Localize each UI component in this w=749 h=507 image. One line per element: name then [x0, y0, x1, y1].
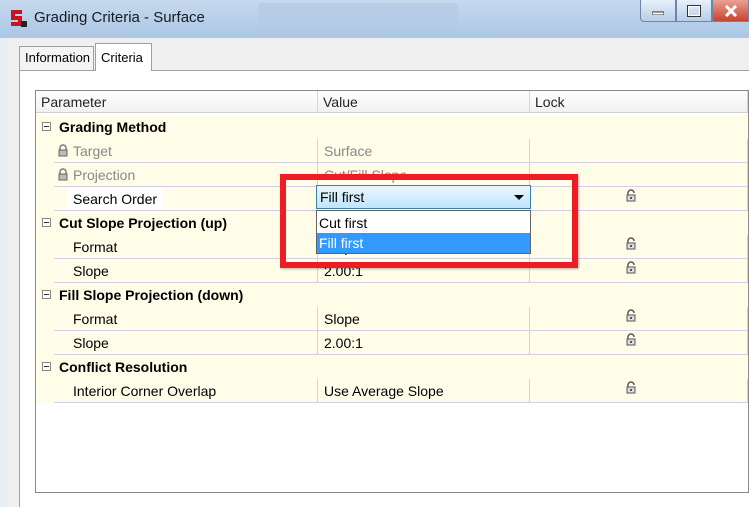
collapse-icon[interactable] — [42, 122, 51, 131]
title-bar-background-blur — [258, 3, 458, 25]
value-cell[interactable]: 2.00:1 — [318, 331, 530, 355]
title-bar[interactable]: Grading Criteria - Surface — [0, 0, 749, 38]
parameter-cell: Projection — [54, 163, 318, 187]
parameter-cell: Target — [54, 139, 318, 163]
value-cell: Surface — [318, 139, 530, 163]
grading-criteria-window: Grading Criteria - Surface Information C… — [0, 0, 749, 507]
lock-icon — [58, 144, 68, 157]
unlock-icon[interactable] — [626, 189, 636, 202]
group-row-grading-method[interactable]: Grading Method — [36, 115, 748, 139]
unlock-icon[interactable] — [626, 333, 636, 346]
column-header-parameter[interactable]: Parameter — [36, 91, 318, 113]
minimize-button[interactable] — [640, 0, 676, 22]
parameter-cell: Format — [54, 307, 318, 331]
tab-criteria[interactable]: Criteria — [95, 43, 152, 71]
criteria-grid: Parameter Value Lock Grading Method Targ… — [35, 90, 749, 493]
collapse-icon[interactable] — [42, 362, 51, 371]
value-cell[interactable]: Use Average Slope — [318, 379, 530, 403]
parameter-cell: Search Order — [54, 187, 318, 211]
unlock-icon[interactable] — [626, 237, 636, 250]
group-label: Grading Method — [59, 119, 167, 135]
maximize-icon — [687, 4, 701, 17]
close-icon — [724, 4, 737, 17]
table-row-target[interactable]: Target Surface — [36, 139, 748, 163]
unlock-icon[interactable] — [626, 309, 636, 322]
parameter-label: Projection — [73, 167, 136, 183]
collapse-icon[interactable] — [42, 218, 51, 227]
tab-information[interactable]: Information — [19, 46, 94, 70]
column-header-lock[interactable]: Lock — [530, 91, 748, 113]
unlock-icon[interactable] — [626, 261, 636, 274]
close-button[interactable] — [712, 0, 749, 22]
parameter-cell: Slope — [54, 331, 318, 355]
lock-cell[interactable] — [530, 379, 748, 403]
parameter-label: Search Order — [67, 188, 164, 210]
lock-cell[interactable] — [530, 331, 748, 355]
table-row-fill-format[interactable]: Format Slope — [36, 307, 748, 331]
group-label: Fill Slope Projection (down) — [59, 287, 244, 303]
group-label: Conflict Resolution — [59, 359, 188, 375]
parameter-cell: Format — [54, 235, 318, 259]
lock-cell[interactable] — [530, 307, 748, 331]
group-row-fill-slope[interactable]: Fill Slope Projection (down) — [36, 283, 748, 307]
column-header-value[interactable]: Value — [318, 91, 530, 113]
collapse-icon[interactable] — [42, 290, 51, 299]
value-cell[interactable]: Slope — [318, 307, 530, 331]
lock-cell — [530, 139, 748, 163]
annotation-highlight-box — [280, 174, 578, 268]
unlock-icon[interactable] — [626, 381, 636, 394]
civil3d-app-icon — [11, 10, 27, 27]
minimize-icon — [652, 11, 664, 15]
window-title: Grading Criteria - Surface — [34, 9, 205, 26]
parameter-cell: Slope — [54, 259, 318, 283]
parameter-label: Target — [73, 143, 112, 159]
group-row-conflict-resolution[interactable]: Conflict Resolution — [36, 355, 748, 379]
table-row-fill-slope[interactable]: Slope 2.00:1 — [36, 331, 748, 355]
maximize-button[interactable] — [676, 0, 712, 22]
table-row-interior-corner-overlap[interactable]: Interior Corner Overlap Use Average Slop… — [36, 379, 748, 403]
parameter-cell: Interior Corner Overlap — [54, 379, 318, 403]
lock-icon — [58, 168, 68, 181]
